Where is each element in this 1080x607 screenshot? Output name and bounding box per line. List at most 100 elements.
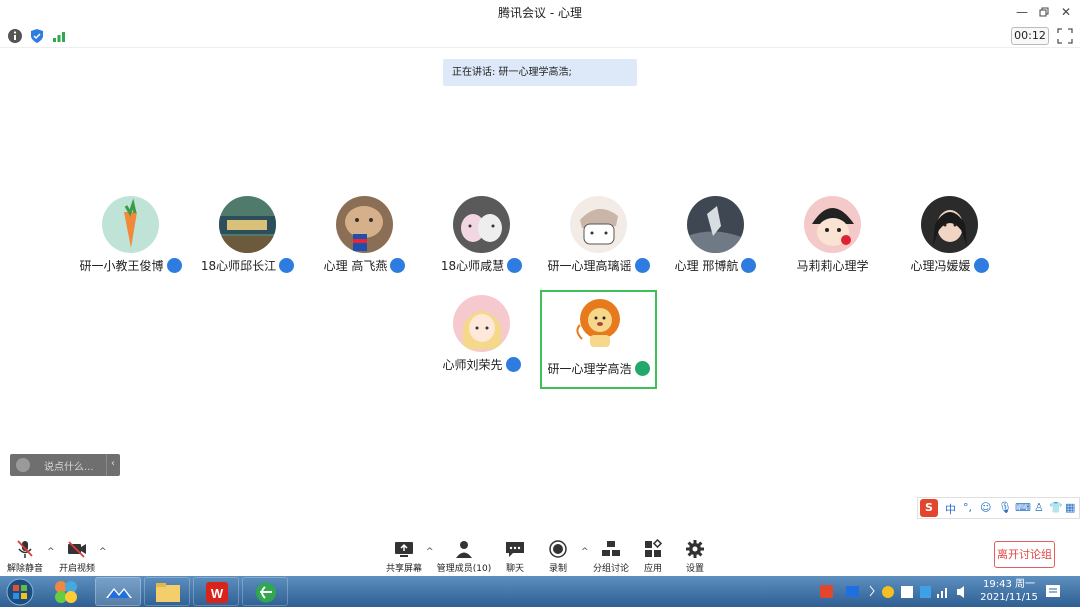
meeting-status-bar: 00:12: [0, 24, 1080, 48]
manage-members-label: 管理成员(10): [436, 564, 492, 574]
microphone-icon: [279, 258, 295, 273]
breakout-icon: [602, 541, 620, 556]
window-title: 腾讯会议 - 心理: [498, 6, 582, 20]
unmute-label: 解除静音: [6, 564, 43, 574]
leave-breakout-button[interactable]: 离开讨论组: [994, 541, 1055, 568]
close-icon[interactable]: ✕: [1057, 3, 1075, 21]
microphone-icon: [390, 258, 406, 273]
chat-icon: [506, 542, 524, 557]
tencent-meeting-taskbar-icon[interactable]: [95, 577, 141, 606]
members-icon: [456, 541, 472, 558]
svg-text:W: W: [211, 586, 224, 601]
ime-toolbar: S 中 °, ☺ 🎙 ⌨ ♙ 👕 ▦: [917, 497, 1080, 519]
system-tray[interactable]: [817, 582, 967, 602]
avatar: [804, 196, 861, 253]
share-screen-button[interactable]: 共享屏幕: [379, 539, 429, 574]
skin-icon[interactable]: 👕: [1049, 501, 1063, 514]
avatar: [453, 295, 510, 352]
microphone-icon: [634, 258, 650, 273]
windows-start-icon[interactable]: [4, 577, 36, 607]
microphone-icon: [505, 357, 521, 372]
share-screen-label: 共享屏幕: [385, 564, 422, 574]
start-video-button[interactable]: 开启视频: [52, 539, 102, 574]
microphone-muted-icon: [17, 540, 33, 558]
participant-tile[interactable]: 心师刘荣先: [424, 291, 539, 386]
signal-icon[interactable]: [51, 28, 67, 44]
keyboard-icon[interactable]: ⌨: [1015, 501, 1031, 514]
participant-tile[interactable]: 18心师邱长江: [190, 192, 305, 287]
meeting-window: 腾讯会议 - 心理 — ✕ 00:12 正在讲话: 研一心理学高浩; 研一小教王…: [0, 0, 1080, 607]
punctuation-icon[interactable]: °,: [963, 501, 972, 514]
participant-name: 心理冯媛媛: [910, 259, 971, 273]
microphone-speaking-icon: [634, 361, 650, 376]
info-icon[interactable]: [7, 28, 23, 44]
clock-date: 2021/11/15: [980, 592, 1038, 603]
participant-tile-active[interactable]: 研一心理学高浩: [540, 290, 657, 389]
voice-icon[interactable]: 🎙: [998, 501, 1012, 514]
ime-mode[interactable]: 中: [945, 501, 956, 517]
avatar: [570, 295, 627, 352]
toolbox-icon[interactable]: ▦: [1065, 501, 1075, 514]
microphone-icon: [741, 258, 757, 273]
avatar: [921, 196, 978, 253]
person-icon[interactable]: ♙: [1034, 501, 1044, 514]
participant-tile[interactable]: 心理冯媛媛: [892, 192, 1007, 287]
notification-icon[interactable]: [1045, 583, 1061, 599]
microphone-icon: [166, 258, 182, 273]
avatar: [336, 196, 393, 253]
fullscreen-icon[interactable]: [1057, 28, 1073, 44]
browser-icon[interactable]: [242, 577, 288, 606]
collapse-icon[interactable]: ‹: [111, 458, 115, 469]
share-screen-icon: [395, 542, 413, 557]
taskbar-app-icon[interactable]: [44, 577, 90, 606]
participant-tile[interactable]: 马莉莉心理学: [775, 192, 890, 287]
participant-name: 马莉莉心理学: [796, 259, 869, 273]
shield-icon[interactable]: [29, 28, 45, 44]
participant-name: 18心师邱长江: [200, 259, 277, 273]
participant-name: 研一小教王俊博: [79, 259, 164, 273]
minimize-icon[interactable]: —: [1013, 3, 1031, 21]
os-taskbar: W 19:43 周一 2021/11/15: [0, 576, 1080, 607]
title-bar: 腾讯会议 - 心理 — ✕: [0, 0, 1080, 24]
settings-button[interactable]: 设置: [670, 539, 720, 574]
avatar: [687, 196, 744, 253]
participant-tile[interactable]: 18心师咸慧: [424, 192, 539, 287]
apps-icon: [645, 539, 663, 557]
settings-label: 设置: [685, 564, 704, 574]
participant-tile[interactable]: 心理 邢博航: [658, 192, 773, 287]
chevron-up-icon[interactable]: ^: [99, 547, 107, 557]
participant-name: 心师刘荣先: [442, 358, 503, 372]
unmute-button[interactable]: 解除静音: [0, 539, 50, 574]
participant-name: 18心师咸慧: [440, 259, 505, 273]
record-button[interactable]: 录制: [533, 539, 583, 574]
meeting-toolbar: 解除静音 ^ 开启视频 ^ 共享屏幕 ^ 管理成员(10) 聊天 录制 ^ 分组: [0, 535, 1080, 575]
participant-tile[interactable]: 研一小教王俊博: [73, 192, 188, 287]
avatar: [570, 196, 627, 253]
restore-icon[interactable]: [1035, 3, 1053, 21]
participant-tile[interactable]: 研一心理高璃谣: [541, 192, 656, 287]
participant-tile[interactable]: 心理 高飞燕: [307, 192, 422, 287]
participant-name: 心理 高飞燕: [323, 259, 388, 273]
system-clock[interactable]: 19:43 周一 2021/11/15: [980, 578, 1038, 604]
manage-members-button[interactable]: 管理成员(10): [433, 539, 495, 574]
folder-icon[interactable]: [144, 577, 190, 606]
participant-name: 研一心理高璃谣: [547, 259, 632, 273]
gear-icon: [686, 540, 704, 558]
sogou-logo-icon[interactable]: S: [920, 499, 938, 517]
participant-name: 心理 邢博航: [674, 259, 739, 273]
camera-off-icon: [68, 541, 86, 558]
microphone-icon: [507, 258, 523, 273]
divider: [106, 454, 107, 476]
emoji-icon[interactable]: [16, 458, 30, 472]
chat-quick-input[interactable]: 说点什么... ‹: [10, 454, 120, 476]
avatar: [219, 196, 276, 253]
avatar: [453, 196, 510, 253]
meeting-timer: 00:12: [1011, 27, 1049, 45]
wps-office-icon[interactable]: W: [193, 577, 239, 606]
microphone-icon: [973, 258, 989, 273]
speaking-indicator: 正在讲话: 研一心理学高浩;: [443, 59, 637, 86]
emoji-icon[interactable]: ☺: [980, 501, 991, 514]
clock-time: 19:43 周一: [983, 579, 1035, 590]
start-video-label: 开启视频: [58, 564, 95, 574]
record-icon: [549, 540, 567, 558]
